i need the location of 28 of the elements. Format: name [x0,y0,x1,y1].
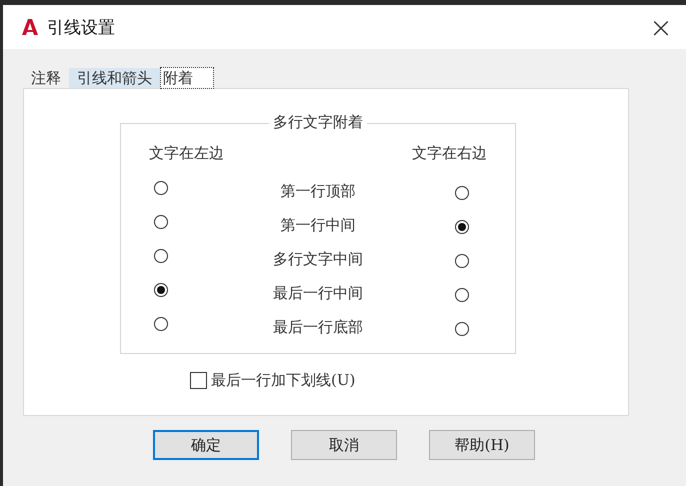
option-label: 第一行中间 [280,216,356,235]
option-label: 第一行顶部 [280,182,356,201]
group-title: 多行文字附着 [269,113,367,132]
option-label: 最后一行底部 [273,318,363,337]
radio-button[interactable] [154,180,168,194]
radio-button[interactable] [455,220,469,234]
radio-button[interactable] [154,214,168,228]
column-heading: 文字在右边 [412,144,487,163]
window-title: 引线设置 [47,16,115,38]
radio-button[interactable] [455,322,469,336]
radio-button[interactable] [455,186,469,200]
app-logo-icon [21,18,39,36]
tab[interactable]: 引线和箭头 [69,68,160,88]
radio-button[interactable] [455,254,469,268]
dialog-button[interactable]: 帮助(H) [429,430,535,460]
tab[interactable]: 附着 [160,67,214,89]
dialog-button[interactable]: 确定 [153,430,259,460]
option-label: 多行文字中间 [273,250,363,269]
radio-button[interactable] [455,288,469,302]
column-heading: 文字在左边 [149,144,225,163]
radio-button[interactable] [154,316,168,330]
checkbox[interactable] [190,372,207,389]
close-button[interactable]: × [636,5,686,49]
radio-button[interactable] [154,282,168,296]
dialog-button[interactable]: 取消 [291,430,397,460]
radio-button[interactable] [154,248,168,262]
option-label: 最后一行中间 [273,284,363,303]
checkbox-label: 最后一行加下划线(U) [211,371,356,390]
